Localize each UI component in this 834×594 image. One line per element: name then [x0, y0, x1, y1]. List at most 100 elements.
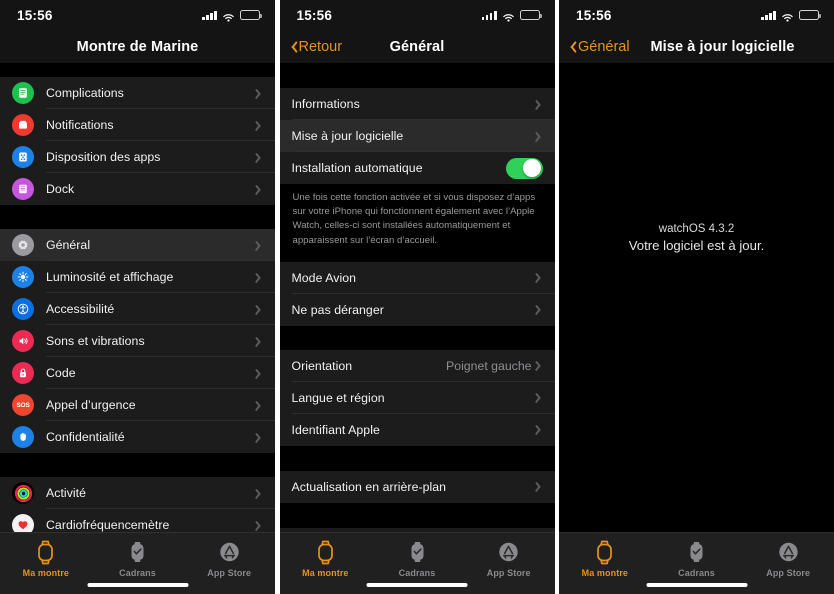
- tab-my-watch[interactable]: Ma montre: [559, 540, 651, 578]
- row-airplane-mode[interactable]: Mode Avion: [279, 261, 555, 294]
- gear-icon: [12, 234, 34, 256]
- chevron-right-icon: [257, 240, 264, 251]
- status-bar: 15:56: [0, 0, 275, 30]
- chevron-left-icon: [288, 40, 296, 53]
- status-bar-indicators: [481, 9, 542, 22]
- tab-app-store[interactable]: App Store: [742, 540, 834, 578]
- panel-software-update: 15:56 Général Mise à jour logicielle wat…: [559, 0, 834, 594]
- app-layout-icon: [12, 146, 34, 168]
- row-brightness[interactable]: Luminosité et affichage: [0, 261, 275, 293]
- watch-outline-icon: [36, 540, 55, 565]
- row-privacy[interactable]: Confidentialité: [0, 421, 275, 453]
- cellular-bars-icon: [202, 10, 217, 20]
- row-dock[interactable]: Dock: [0, 173, 275, 205]
- watch-face-icon: [128, 540, 147, 565]
- chevron-right-icon: [257, 520, 264, 531]
- tab-my-watch[interactable]: Ma montre: [0, 540, 92, 578]
- back-button-label: Général: [578, 38, 630, 55]
- row-informations[interactable]: Informations: [279, 88, 555, 120]
- nav-bar-software-update: Général Mise à jour logicielle: [559, 30, 834, 63]
- row-do-not-disturb[interactable]: Ne pas déranger: [279, 293, 555, 326]
- chevron-right-icon: [257, 184, 264, 195]
- settings-list-general[interactable]: Informations Mise à jour logicielle Inst…: [279, 63, 555, 594]
- row-orientation[interactable]: Orientation Poignet gauche: [279, 349, 555, 382]
- speaker-icon: [12, 330, 34, 352]
- auto-install-toggle[interactable]: [505, 157, 543, 179]
- activity-rings-icon: [12, 482, 34, 504]
- row-complications[interactable]: Complications: [0, 77, 275, 109]
- settings-list-my-watch[interactable]: Complications Notifications Disposition …: [0, 63, 275, 594]
- lock-icon: [12, 362, 34, 384]
- nav-bar-general: Retour Général: [279, 30, 555, 63]
- watch-face-icon: [408, 540, 427, 565]
- page-title: Montre de Marine: [76, 38, 199, 55]
- row-label: Identifiant Apple: [291, 422, 380, 437]
- chevron-right-icon: [537, 481, 544, 492]
- app-store-icon: [497, 540, 520, 565]
- accessibility-icon: [12, 298, 34, 320]
- row-background-refresh[interactable]: Actualisation en arrière-plan: [279, 470, 555, 503]
- tab-my-watch[interactable]: Ma montre: [280, 540, 372, 578]
- row-label: Code: [46, 366, 76, 380]
- row-sounds[interactable]: Sons et vibrations: [0, 325, 275, 357]
- dock-icon: [12, 178, 34, 200]
- row-label: Complications: [46, 86, 124, 100]
- row-label: Appel d’urgence: [46, 398, 136, 412]
- row-label: Langue et région: [291, 390, 385, 405]
- home-indicator: [366, 582, 468, 587]
- status-bar-time: 15:56: [296, 7, 333, 23]
- row-notifications[interactable]: Notifications: [0, 109, 275, 141]
- back-button[interactable]: Général: [567, 30, 630, 63]
- back-button-label: Retour: [298, 38, 343, 55]
- settings-group-apps: Complications Notifications Disposition …: [0, 77, 275, 205]
- section-gap: [0, 63, 275, 77]
- row-label: Dock: [46, 182, 75, 196]
- cellular-bars-icon: [761, 10, 776, 20]
- panel-my-watch: 15:56 Montre de Marine Complications Not…: [0, 0, 275, 594]
- row-language-region[interactable]: Langue et région: [279, 381, 555, 414]
- row-value: Poignet gauche: [446, 358, 532, 373]
- update-message: Votre logiciel est à jour.: [628, 238, 765, 253]
- tab-bar[interactable]: Ma montre Cadrans App Store: [559, 532, 834, 594]
- status-bar-time: 15:56: [576, 7, 612, 23]
- tab-app-store[interactable]: App Store: [463, 540, 555, 578]
- tab-faces[interactable]: Cadrans: [651, 540, 743, 578]
- chevron-right-icon: [257, 304, 264, 315]
- status-bar-indicators: [202, 9, 262, 22]
- chevron-right-icon: [537, 392, 544, 403]
- row-emergency-sos[interactable]: SOS Appel d’urgence: [0, 389, 275, 421]
- row-apple-id[interactable]: Identifiant Apple: [279, 413, 555, 446]
- tab-faces[interactable]: Cadrans: [92, 540, 184, 578]
- app-store-icon: [218, 540, 241, 565]
- section-gap: [279, 502, 555, 528]
- chevron-right-icon: [537, 304, 544, 315]
- home-indicator: [646, 582, 747, 587]
- tab-app-store[interactable]: App Store: [183, 540, 275, 578]
- back-button[interactable]: Retour: [288, 30, 343, 63]
- row-label: Mode Avion: [291, 270, 357, 285]
- cellular-bars-icon: [481, 10, 497, 20]
- row-accessibility[interactable]: Accessibilité: [0, 293, 275, 325]
- panel-general: 15:56 Retour Général Informations Mise à…: [279, 0, 555, 594]
- row-label: Confidentialité: [46, 430, 125, 444]
- row-label: Informations: [291, 97, 360, 111]
- row-app-layout[interactable]: Disposition des apps: [0, 141, 275, 173]
- chevron-right-icon: [537, 424, 544, 435]
- section-gap: [279, 445, 555, 471]
- watch-face-icon: [687, 540, 706, 565]
- tab-faces[interactable]: Cadrans: [371, 540, 463, 578]
- row-general[interactable]: Général: [0, 229, 275, 261]
- tab-bar[interactable]: Ma montre Cadrans App Store: [279, 532, 555, 594]
- row-label: Notifications: [46, 118, 114, 132]
- row-label: Accessibilité: [46, 302, 115, 316]
- section-gap: [279, 325, 555, 350]
- row-passcode[interactable]: Code: [0, 357, 275, 389]
- tab-bar[interactable]: Ma montre Cadrans App Store: [0, 532, 275, 594]
- chevron-right-icon: [257, 488, 264, 499]
- tab-label: Cadrans: [678, 568, 715, 578]
- tab-label: App Store: [486, 568, 531, 578]
- row-auto-install[interactable]: Installation automatique: [279, 152, 555, 184]
- row-activity[interactable]: Activité: [0, 477, 275, 509]
- row-label: Installation automatique: [291, 161, 423, 175]
- row-software-update[interactable]: Mise à jour logicielle: [279, 120, 555, 152]
